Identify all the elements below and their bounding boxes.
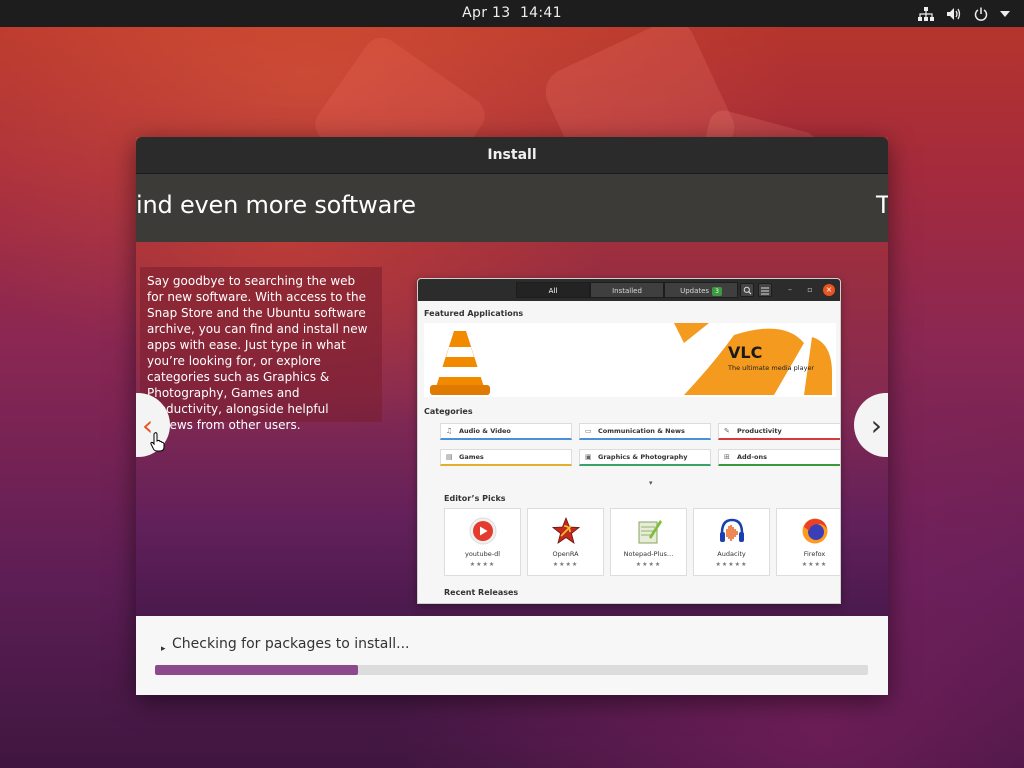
editors-picks: youtube-dl ★★★★ OpenRA ★★★★ Notepad-Plus… (444, 508, 840, 576)
search-icon (740, 283, 754, 297)
pick-rating: ★★★★ (801, 561, 828, 568)
categories-label: Categories (424, 407, 473, 416)
menu-arrow-icon[interactable] (1000, 10, 1010, 18)
pick-name: Audacity (717, 550, 746, 558)
featured-app-name: VLC (728, 343, 763, 362)
gamepad-icon: ▤ (446, 453, 453, 461)
software-store-screenshot: All Installed Updates 3 – ▫ × Featured Ap… (417, 278, 841, 604)
category-games: ▤ Games (440, 449, 572, 466)
slide-body: Say goodbye to searching the web for new… (136, 242, 888, 616)
openra-icon (552, 517, 580, 544)
volume-icon[interactable] (946, 7, 962, 21)
store-headerbar: All Installed Updates 3 – ▫ × (418, 279, 840, 301)
pick-name: Notepad-Plus… (623, 550, 674, 558)
pick-name: Firefox (803, 550, 826, 558)
clock[interactable]: Apr 13 14:41 (0, 0, 1024, 27)
slide-title: ind even more software (136, 191, 416, 219)
pick-name: OpenRA (552, 550, 579, 558)
slide-description: Say goodbye to searching the web for new… (140, 267, 382, 432)
hand-cursor-icon (150, 432, 165, 452)
next-slide-title: T (876, 191, 888, 219)
network-icon[interactable] (918, 6, 934, 21)
hamburger-menu-icon (758, 283, 772, 297)
pick-card: Notepad-Plus… ★★★★ (610, 508, 687, 576)
editors-picks-label: Editor’s Picks (444, 494, 506, 503)
category-audio-video: ♫ Audio & Video (440, 423, 572, 440)
power-icon[interactable] (974, 7, 988, 21)
maximize-icon: ▫ (807, 285, 813, 294)
category-communication-news: ▭ Communication & News (579, 423, 711, 440)
category-label: Audio & Video (459, 427, 511, 435)
category-label: Add-ons (737, 453, 767, 461)
pick-rating: ★★★★★ (715, 561, 748, 568)
puzzle-icon: ⊞ (724, 453, 730, 461)
installer-window: Install ind even more software T Say goo… (136, 137, 888, 695)
image-icon: ▣ (585, 453, 592, 461)
category-productivity: ✎ Productivity (718, 423, 840, 440)
firefox-icon (802, 518, 828, 544)
chat-bubble-icon: ▭ (585, 427, 592, 435)
category-label: Graphics & Photography (598, 453, 688, 461)
pick-rating: ★★★★ (635, 561, 662, 568)
progress-fill (155, 665, 359, 675)
pick-card: Firefox ★★★★ (776, 508, 840, 576)
category-graphics-photography: ▣ Graphics & Photography (579, 449, 711, 466)
clock-time: 14:41 (519, 5, 562, 21)
category-label: Productivity (737, 427, 782, 435)
pick-card: youtube-dl ★★★★ (444, 508, 521, 576)
pencil-icon: ✎ (724, 427, 730, 435)
pick-rating: ★★★★ (469, 561, 496, 568)
featured-label: Featured Applications (424, 309, 524, 318)
chevron-down-icon: ▾ (649, 479, 653, 487)
recent-releases-label: Recent Releases (444, 588, 519, 597)
pick-rating: ★★★★ (552, 561, 579, 568)
pick-card: OpenRA ★★★★ (527, 508, 604, 576)
minimize-icon: – (788, 285, 792, 294)
tab-label: Updates (680, 287, 710, 295)
audacity-icon (720, 518, 744, 542)
featured-banner: VLC The ultimate media player (424, 323, 836, 397)
next-slide-button[interactable]: › (854, 393, 888, 457)
install-progress-bar (155, 665, 868, 675)
vlc-cone-icon (430, 331, 490, 395)
pick-name: youtube-dl (464, 550, 500, 558)
close-icon: × (823, 284, 835, 296)
top-bar: Apr 13 14:41 (0, 0, 1024, 27)
store-tab-installed: Installed (590, 282, 664, 298)
youtube-dl-icon (469, 517, 497, 545)
categories-grid: ♫ Audio & Video ▭ Communication & News ✎ Pr… (440, 421, 840, 473)
category-label: Communication & News (598, 427, 685, 435)
store-tabs: All Installed Updates 3 (516, 282, 738, 298)
slide-header: ind even more software T (136, 174, 888, 242)
notepad-plus-icon (638, 520, 662, 544)
featured-app-tagline: The ultimate media player (728, 364, 815, 372)
updates-badge: 3 (712, 287, 722, 296)
expand-details-icon[interactable]: ▸ (161, 644, 166, 654)
store-tab-all: All (516, 282, 590, 298)
category-add-ons: ⊞ Add-ons (718, 449, 840, 466)
status-text: Checking for packages to install... (172, 636, 410, 652)
pick-card: Audacity ★★★★★ (693, 508, 770, 576)
clock-date: Apr 13 (462, 5, 511, 21)
music-note-icon: ♫ (446, 427, 453, 435)
tab-label: Installed (612, 287, 642, 295)
system-tray[interactable] (918, 0, 1010, 27)
tab-label: All (548, 287, 558, 295)
install-status-panel: ▸ Checking for packages to install... (136, 616, 888, 695)
category-label: Games (459, 453, 484, 461)
chevron-right-icon: › (870, 408, 882, 442)
store-tab-updates: Updates 3 (664, 282, 738, 298)
window-title: Install (136, 137, 888, 174)
